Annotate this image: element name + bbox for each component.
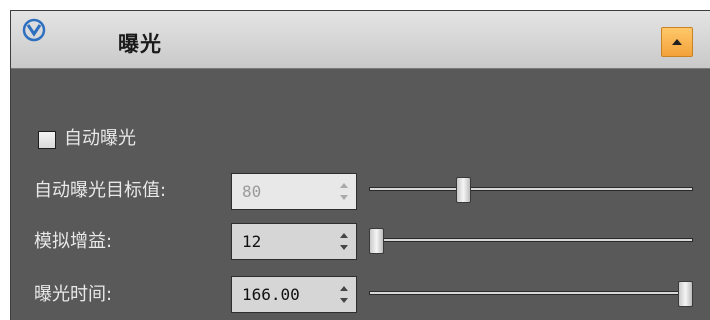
target-value-spinbox[interactable]: 80 — [231, 173, 357, 210]
slider-track[interactable] — [369, 291, 693, 295]
slider-thumb[interactable] — [678, 281, 693, 307]
exposure-time-slider[interactable] — [369, 281, 693, 307]
panel-title: 曝光 — [118, 32, 162, 56]
spin-up-icon[interactable] — [340, 183, 348, 188]
analog-gain-input[interactable]: 12 — [242, 232, 261, 251]
v-logo-icon — [22, 18, 46, 42]
exposure-panel: 曝光 自动曝光 自动曝光目标值: 80 模拟增益: 12 曝光时间: 166.0… — [10, 10, 710, 320]
analog-gain-label: 模拟增益: — [34, 231, 113, 252]
target-value-slider[interactable] — [369, 177, 693, 203]
analog-gain-slider[interactable] — [369, 228, 693, 254]
collapse-button[interactable] — [661, 27, 693, 57]
slider-track[interactable] — [369, 187, 693, 191]
slider-thumb[interactable] — [456, 177, 471, 203]
spin-down-icon[interactable] — [340, 195, 348, 200]
auto-exposure-checkbox[interactable] — [38, 131, 56, 149]
exposure-time-input[interactable]: 166.00 — [242, 285, 300, 304]
spin-arrows[interactable] — [340, 284, 350, 306]
exposure-time-label: 曝光时间: — [34, 284, 113, 305]
exposure-time-spinbox[interactable]: 166.00 — [231, 276, 357, 313]
analog-gain-spinbox[interactable]: 12 — [231, 223, 357, 260]
slider-track[interactable] — [369, 238, 693, 242]
auto-exposure-label: 自动曝光 — [64, 128, 136, 149]
spin-down-icon[interactable] — [340, 245, 348, 250]
spin-up-icon[interactable] — [340, 233, 348, 238]
spin-up-icon[interactable] — [340, 286, 348, 291]
target-value-label: 自动曝光目标值: — [34, 180, 167, 201]
spin-arrows[interactable] — [340, 181, 350, 203]
chevron-up-icon — [672, 39, 682, 45]
spin-arrows[interactable] — [340, 231, 350, 253]
slider-thumb[interactable] — [369, 228, 384, 254]
target-value-input[interactable]: 80 — [242, 182, 261, 201]
spin-down-icon[interactable] — [340, 298, 348, 303]
panel-header[interactable]: 曝光 — [11, 11, 710, 69]
